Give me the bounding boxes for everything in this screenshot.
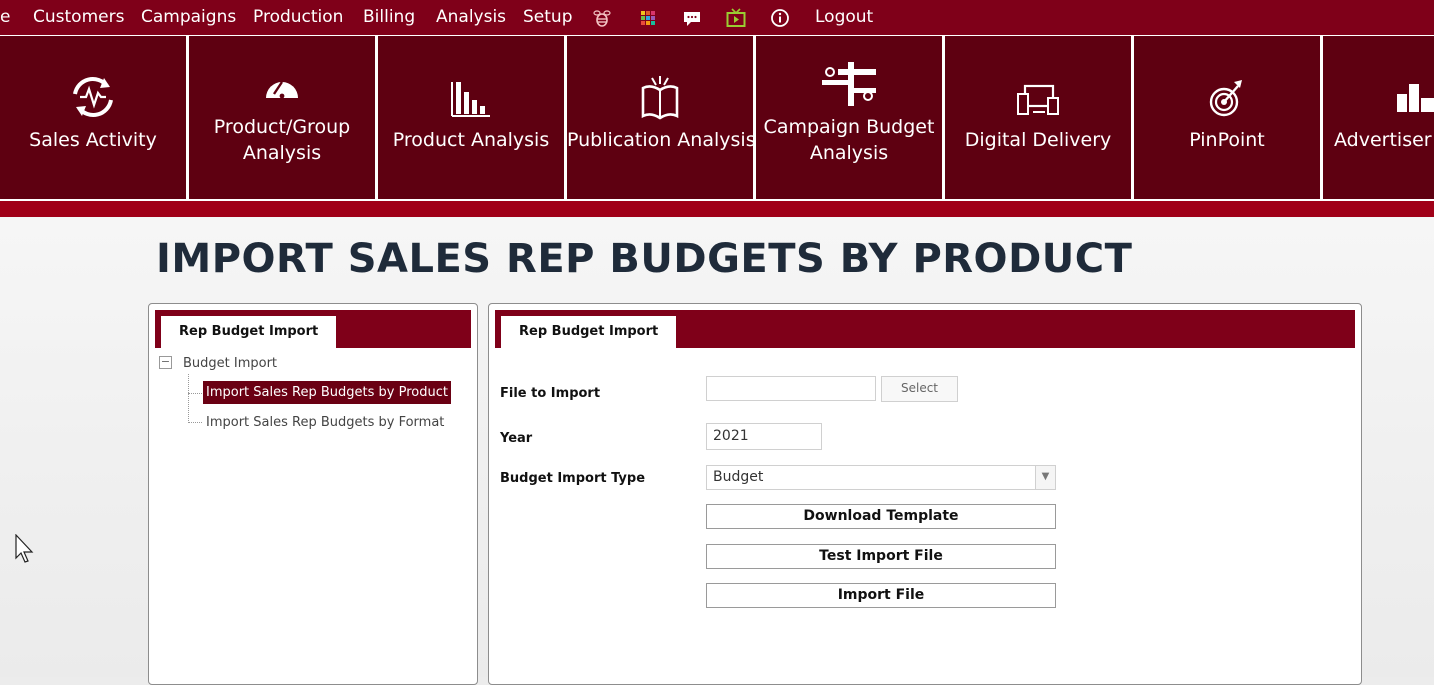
tile-label: Digital Delivery <box>964 129 1112 151</box>
tile-label-line2: Analysis <box>242 142 322 164</box>
tree-node-import-by-format[interactable]: Import Sales Rep Budgets by Format <box>206 415 444 430</box>
menu-item-campaigns[interactable]: Campaigns <box>141 0 236 35</box>
test-import-file-button[interactable]: Test Import File <box>706 544 1056 569</box>
file-path-field[interactable] <box>706 376 876 401</box>
tv-icon[interactable] <box>726 8 746 28</box>
collapse-icon[interactable]: − <box>159 356 172 369</box>
tile-digital-delivery[interactable]: Digital Delivery <box>945 36 1131 199</box>
activity-cycle-icon <box>73 77 113 117</box>
tile-publication-analysis[interactable]: Publication Analysis <box>567 36 756 199</box>
gauge-icon <box>266 81 298 99</box>
tile-label: Product Analysis <box>392 129 550 151</box>
tile-label: PinPoint <box>1189 129 1265 151</box>
dashboard-tiles: Sales Activity Product/Group Analysis Pr… <box>0 35 1434 201</box>
tile-product-group-analysis[interactable]: Product/Group Analysis <box>189 36 375 199</box>
tile-campaign-budget-analysis[interactable]: Campaign Budget Analysis <box>756 36 942 199</box>
target-icon <box>1209 80 1242 117</box>
open-book-icon <box>641 76 679 120</box>
select-file-button[interactable]: Select <box>881 376 958 402</box>
menu-item-billing[interactable]: Billing <box>363 0 415 35</box>
bar-chart-icon <box>451 82 490 117</box>
menu-item-customers[interactable]: Customers <box>33 0 124 35</box>
tile-label: Publication Analysis <box>567 129 756 151</box>
grid-icon[interactable] <box>638 8 658 28</box>
right-panel: Rep Budget Import <box>488 303 1362 685</box>
menu-item-home[interactable]: e <box>0 0 10 35</box>
download-template-button[interactable]: Download Template <box>706 504 1056 529</box>
info-icon[interactable] <box>770 8 790 28</box>
tile-label-line2: Analysis <box>809 142 889 164</box>
tree-node-budget-import[interactable]: Budget Import <box>183 356 277 371</box>
tile-label: Campaign Budget <box>763 116 935 138</box>
menu-item-production[interactable]: Production <box>253 0 343 35</box>
page-title: IMPORT SALES REP BUDGETS BY PRODUCT <box>156 236 1133 282</box>
top-menu-bar: e Customers Campaigns Production Billing… <box>0 0 1434 36</box>
tree-node-import-by-product[interactable]: Import Sales Rep Budgets by Product <box>203 381 451 404</box>
dropdown-selected-value: Budget <box>713 469 764 485</box>
menu-item-analysis[interactable]: Analysis <box>436 0 506 35</box>
tile-pinpoint[interactable]: PinPoint <box>1134 36 1320 199</box>
tile-label: Sales Activity <box>29 129 157 151</box>
left-panel: Rep Budget Import − Budget Import Import… <box>148 303 478 685</box>
budget-import-type-label: Budget Import Type <box>500 471 646 486</box>
menu-item-setup[interactable]: Setup <box>523 0 572 35</box>
tile-product-analysis[interactable]: Product Analysis <box>378 36 564 199</box>
year-field[interactable]: 2021 <box>706 423 822 450</box>
budget-import-type-dropdown[interactable]: Budget ▼ <box>706 465 1056 490</box>
chevron-down-icon[interactable]: ▼ <box>1035 466 1055 489</box>
import-file-button[interactable]: Import File <box>706 583 1056 608</box>
year-label: Year <box>500 431 533 446</box>
tile-sales-activity[interactable]: Sales Activity <box>0 36 186 199</box>
tab-rep-budget-import-right[interactable]: Rep Budget Import <box>501 316 677 348</box>
tile-advertiser[interactable]: Advertiser R <box>1323 36 1434 199</box>
logout-link[interactable]: Logout <box>815 0 873 35</box>
tile-label: Product/Group <box>213 116 351 138</box>
file-to-import-label: File to Import <box>500 386 601 401</box>
bee-icon[interactable] <box>592 8 612 28</box>
right-tabstrip: Rep Budget Import <box>495 310 1355 348</box>
devices-icon <box>1017 84 1059 115</box>
accent-band <box>0 201 1434 217</box>
podium-icon <box>1397 84 1434 112</box>
budget-tree: − Budget Import Import Sales Rep Budgets… <box>149 304 477 504</box>
tile-label: Advertiser R <box>1334 129 1434 151</box>
chat-icon[interactable] <box>682 8 702 28</box>
plus-minus-icon <box>822 62 876 106</box>
mouse-cursor-icon <box>15 534 34 563</box>
